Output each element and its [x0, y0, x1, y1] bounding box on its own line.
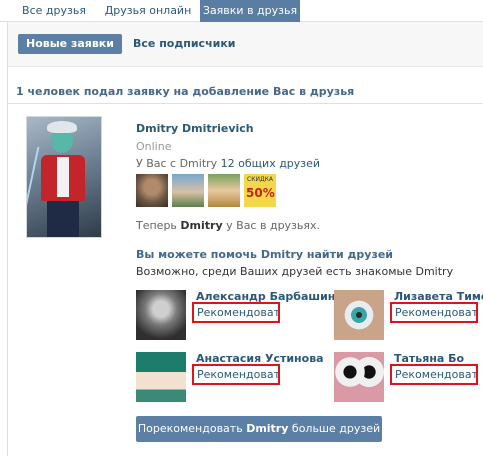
suggestion-avatar[interactable] [136, 352, 186, 402]
suggestion-avatar[interactable] [334, 290, 384, 340]
thumb-small-text: СКИДКА [247, 176, 273, 183]
common-friends-prefix: У Вас с Dmitry [136, 157, 218, 170]
common-friend-photo[interactable]: СКИДКА 50% [244, 174, 276, 207]
requests-panel: Новые заявки Все подписчики 1 человек по… [7, 22, 483, 456]
common-friend-photo[interactable] [136, 174, 168, 207]
avatar-shirt [57, 157, 69, 197]
requester-avatar[interactable] [26, 116, 102, 238]
friends-tabs: Все друзья Друзья онлайн Заявки в друзья [0, 0, 483, 22]
tab-friend-requests[interactable]: Заявки в друзья [200, 0, 300, 22]
tab-friends-online[interactable]: Друзья онлайн [102, 0, 194, 22]
recommend-button[interactable]: Рекомендовать [192, 364, 280, 385]
new-requests-tab[interactable]: Новые заявки [18, 34, 122, 54]
requester-name[interactable]: Dmitry Dmitrievich [136, 122, 254, 135]
avatar-legs [47, 201, 79, 237]
recommend-button[interactable]: Рекомендовать [390, 302, 478, 323]
help-title: Вы можете помочь Dmitry найти друзей [136, 248, 394, 261]
requests-header: 1 человек подал заявку на добавление Вас… [8, 78, 483, 104]
now-friend-name: Dmitry [180, 219, 223, 232]
now-friend-suffix: у Вас в друзьях. [226, 219, 321, 232]
recommend-button[interactable]: Рекомендовать [192, 302, 280, 323]
avatar-hair [47, 121, 77, 133]
tab-all-friends[interactable]: Все друзья [14, 0, 94, 22]
online-status: Online [136, 140, 172, 153]
common-friend-photo[interactable] [172, 174, 204, 207]
recommend-more-prefix: Порекомендовать [137, 422, 243, 435]
subtab-bar: Новые заявки Все подписчики [8, 22, 483, 67]
help-subtitle: Возможно, среди Ваших друзей есть знаком… [136, 265, 454, 278]
recommend-more-suffix: больше друзей [291, 422, 381, 435]
suggestion-avatar[interactable] [136, 290, 186, 340]
suggestion-avatar[interactable] [334, 352, 384, 402]
now-friend-notice: Теперь Dmitry у Вас в друзьях. [136, 219, 320, 232]
common-friend-photo[interactable] [208, 174, 240, 207]
common-friends: У Вас с Dmitry 12 общих друзей [136, 157, 320, 170]
recommend-button[interactable]: Рекомендовать [390, 364, 478, 385]
now-friend-prefix: Теперь [136, 219, 177, 232]
thumb-percent-text: 50% [246, 186, 275, 200]
recommend-more-button[interactable]: Порекомендовать Dmitry больше друзей [136, 416, 382, 442]
all-subscribers-tab[interactable]: Все подписчики [133, 34, 236, 54]
recommend-more-name: Dmitry [246, 422, 289, 435]
requests-count-text: 1 человек подал заявку на добавление Вас… [16, 85, 355, 98]
common-friends-link[interactable]: 12 общих друзей [221, 157, 320, 170]
